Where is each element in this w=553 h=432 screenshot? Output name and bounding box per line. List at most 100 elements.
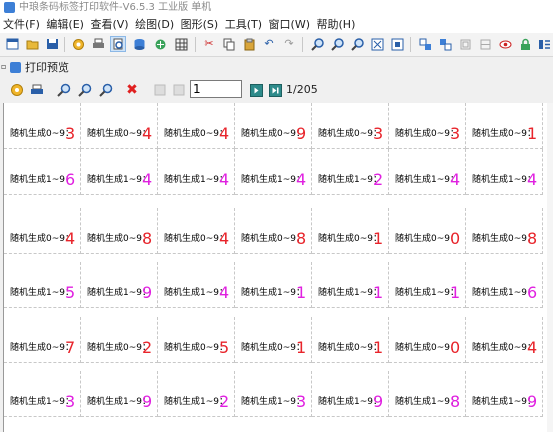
- cell-random-value: 9: [527, 392, 538, 411]
- preview-zoom-in-icon[interactable]: [56, 82, 72, 98]
- zoom-page-icon[interactable]: [390, 37, 404, 51]
- prev-page-icon[interactable]: [171, 82, 187, 98]
- close-preview-icon[interactable]: ✖: [124, 82, 140, 98]
- cell-random-value: 6: [65, 170, 76, 189]
- label-cell: 随机生成0~9： 3: [389, 103, 466, 149]
- cell-random-value: 2: [142, 338, 153, 357]
- label-sheet: 随机生成0~9： 3 随机生成0~9： 4 随机生成0~9： 4 随机生成0~9： 9 随机生成…: [3, 103, 547, 432]
- menu-file[interactable]: 文件(F): [3, 16, 40, 33]
- cut-icon[interactable]: ✂: [202, 37, 216, 51]
- preview-window-icon: [10, 62, 21, 73]
- open-icon[interactable]: [25, 37, 39, 51]
- ungroup-icon[interactable]: [438, 37, 452, 51]
- preview-settings-icon[interactable]: [9, 82, 25, 98]
- cell-random-value: 1: [373, 338, 384, 357]
- cell-random-value: 8: [142, 229, 153, 248]
- label-cell: 随机生成0~9： 8: [466, 208, 543, 254]
- settings-icon[interactable]: [71, 37, 85, 51]
- label-cell: 随机生成0~9： 7: [4, 317, 81, 363]
- distribute-icon[interactable]: [478, 37, 492, 51]
- preview-zoom-fit-icon[interactable]: [98, 82, 114, 98]
- print-icon[interactable]: [91, 37, 105, 51]
- cell-random-value: 4: [450, 170, 461, 189]
- page-number-input[interactable]: [190, 80, 242, 98]
- label-cell: 随机生成1~9： 4: [81, 149, 158, 195]
- label-cell: 随机生成0~9： 1: [312, 208, 389, 254]
- zoom-fit-icon[interactable]: [370, 37, 384, 51]
- label-cell: 随机生成0~9： 4: [4, 208, 81, 254]
- print-preview-icon[interactable]: [110, 36, 126, 52]
- paste-icon[interactable]: [242, 37, 256, 51]
- menu-edit[interactable]: 编辑(E): [46, 16, 84, 33]
- copy-icon[interactable]: [222, 37, 236, 51]
- label-cell: 随机生成1~9： 1: [312, 262, 389, 308]
- cell-random-value: 3: [65, 124, 76, 143]
- preview-zoom-out-icon[interactable]: [77, 82, 93, 98]
- label-cell: 随机生成0~9： 2: [81, 317, 158, 363]
- new-icon[interactable]: [5, 37, 19, 51]
- cell-random-value: 3: [296, 392, 307, 411]
- preview-print-icon[interactable]: [29, 82, 45, 98]
- layers-icon[interactable]: [537, 37, 551, 51]
- align-icon[interactable]: [458, 37, 472, 51]
- cell-random-value: 1: [296, 338, 307, 357]
- label-cell: 随机生成1~9： 4: [235, 149, 312, 195]
- cell-random-value: 4: [527, 170, 538, 189]
- first-page-icon[interactable]: [152, 82, 168, 98]
- cell-random-value: 7: [65, 338, 76, 357]
- cell-random-value: 0: [450, 229, 461, 248]
- menu-draw[interactable]: 绘图(D): [135, 16, 174, 33]
- cell-random-value: 2: [219, 392, 230, 411]
- main-toolbar: ✂ ↶ ↷: [0, 33, 553, 57]
- cell-random-value: 3: [65, 392, 76, 411]
- eye-icon[interactable]: [498, 37, 512, 51]
- zoom-actual-icon[interactable]: [350, 37, 364, 51]
- label-cell: 随机生成1~9： 4: [389, 149, 466, 195]
- group-icon[interactable]: [418, 37, 432, 51]
- lock-icon[interactable]: [518, 37, 532, 51]
- label-cell: 随机生成1~9： 9: [81, 262, 158, 308]
- cell-random-value: 4: [142, 124, 153, 143]
- menu-view[interactable]: 查看(V): [90, 16, 128, 33]
- cell-random-value: 1: [373, 229, 384, 248]
- label-cell: 随机生成0~9： 4: [81, 103, 158, 149]
- label-cell: 随机生成0~9： 3: [4, 103, 81, 149]
- restore-icon[interactable]: ▫: [1, 62, 6, 72]
- redo-icon[interactable]: ↷: [282, 37, 296, 51]
- label-cell: 随机生成1~9： 8: [389, 371, 466, 417]
- label-cell: 随机生成0~9： 4: [158, 103, 235, 149]
- menu-help[interactable]: 帮助(H): [317, 16, 356, 33]
- label-cell: 随机生成0~9： 8: [81, 208, 158, 254]
- cell-random-value: 4: [219, 124, 230, 143]
- next-page-icon[interactable]: [248, 82, 264, 98]
- grid-icon[interactable]: [174, 37, 188, 51]
- cell-random-value: 1: [373, 283, 384, 302]
- zoom-out-icon[interactable]: [330, 37, 344, 51]
- cell-random-value: 2: [373, 170, 384, 189]
- cell-random-value: 0: [450, 338, 461, 357]
- cell-random-value: 4: [65, 229, 76, 248]
- label-cell: 随机生成1~9： 1: [235, 262, 312, 308]
- label-cell: 随机生成0~9： 1: [312, 317, 389, 363]
- label-cell: 随机生成0~9： 9: [235, 103, 312, 149]
- cell-random-value: 5: [219, 338, 230, 357]
- label-cell: 随机生成0~9： 3: [312, 103, 389, 149]
- vertical-scrollbar[interactable]: [547, 103, 553, 432]
- cell-random-value: 8: [450, 392, 461, 411]
- label-cell: 随机生成0~9： 5: [158, 317, 235, 363]
- data-source-icon[interactable]: [153, 37, 167, 51]
- undo-icon[interactable]: ↶: [262, 37, 276, 51]
- menu-tools[interactable]: 工具(T): [225, 16, 262, 33]
- cell-random-value: 4: [142, 170, 153, 189]
- menu-shape[interactable]: 图形(S): [181, 16, 219, 33]
- label-cell: 随机生成1~9： 3: [4, 371, 81, 417]
- database-icon[interactable]: [132, 37, 146, 51]
- label-cell: 随机生成1~9： 5: [4, 262, 81, 308]
- menu-window[interactable]: 窗口(W): [269, 16, 310, 33]
- last-page-icon[interactable]: [267, 82, 283, 98]
- zoom-in-icon[interactable]: [310, 37, 324, 51]
- label-cell: 随机生成1~9： 9: [466, 371, 543, 417]
- label-cell: 随机生成0~9： 4: [158, 208, 235, 254]
- menu-bar: 文件(F) 编辑(E) 查看(V) 绘图(D) 图形(S) 工具(T) 窗口(W…: [0, 16, 553, 33]
- save-icon[interactable]: [45, 37, 59, 51]
